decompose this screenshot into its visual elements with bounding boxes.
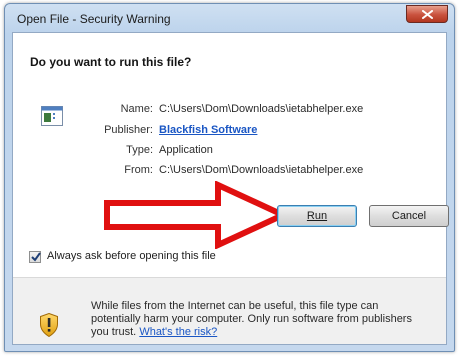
window-title: Open File - Security Warning [17, 12, 171, 26]
warning-panel: While files from the Internet can be use… [13, 278, 446, 344]
cancel-button[interactable]: Cancel [369, 205, 449, 227]
from-label: From: [124, 164, 153, 176]
security-warning-dialog: Open File - Security Warning Do you want… [4, 3, 455, 352]
title-bar[interactable]: Open File - Security Warning [5, 4, 454, 32]
name-label: Name: [120, 103, 153, 115]
checkmark-icon [31, 252, 41, 262]
red-arrow-icon [104, 181, 288, 249]
publisher-link[interactable]: Blackfish Software [159, 124, 257, 136]
type-label: Type: [126, 144, 153, 156]
warning-message: While files from the Internet can be use… [91, 300, 421, 339]
whats-the-risk-link[interactable]: What's the risk? [139, 326, 217, 338]
always-ask-label[interactable]: Always ask before opening this file [47, 250, 216, 262]
from-value: C:\Users\Dom\Downloads\ietabhelper.exe [159, 164, 364, 176]
shield-warning-icon [40, 313, 58, 337]
close-icon [422, 10, 433, 19]
dialog-question: Do you want to run this file? [30, 55, 192, 69]
run-button[interactable]: Run [277, 205, 357, 227]
always-ask-checkbox[interactable] [29, 251, 41, 263]
run-label: Run [306, 210, 328, 222]
close-button[interactable] [406, 5, 448, 23]
name-value: C:\Users\Dom\Downloads\ietabhelper.exe [159, 103, 364, 115]
type-value: Application [159, 144, 213, 156]
dialog-body: Do you want to run this file? Name: C:\U… [12, 32, 449, 345]
publisher-label: Publisher: [104, 124, 153, 136]
